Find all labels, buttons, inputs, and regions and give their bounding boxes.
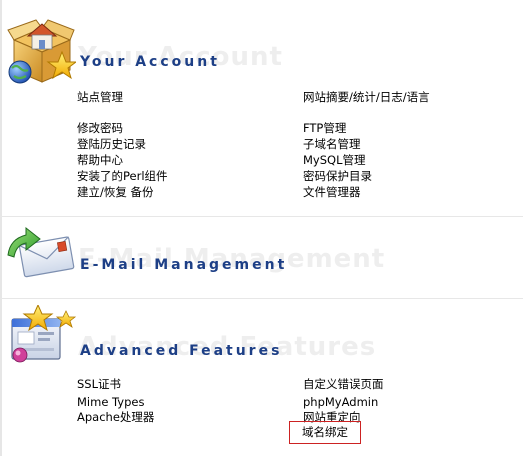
control-panel-page: Your Account Your Account 站点管理 网站摘要/统计/日… bbox=[0, 0, 523, 456]
section-advanced-features: Advanced Features Advanced Features SSL证… bbox=[0, 299, 523, 456]
link-mysql-management[interactable]: MySQL管理 bbox=[303, 152, 366, 168]
link-installed-perl-modules[interactable]: 安装了的Perl组件 bbox=[77, 168, 168, 184]
link-ssl-certificates[interactable]: SSL证书 bbox=[77, 376, 121, 392]
link-backup-restore[interactable]: 建立/恢复 备份 bbox=[77, 184, 154, 200]
link-help-center[interactable]: 帮助中心 bbox=[77, 152, 123, 168]
link-subdomain-management[interactable]: 子域名管理 bbox=[303, 136, 361, 152]
email-management-heading: E-Mail Management bbox=[80, 257, 288, 273]
mail-arrow-icon bbox=[7, 226, 75, 278]
link-password-protected-directories[interactable]: 密码保护目录 bbox=[303, 168, 372, 184]
link-site-summary-stats-logs-language[interactable]: 网站摘要/统计/日志/语言 bbox=[303, 89, 430, 105]
link-mime-types[interactable]: Mime Types bbox=[77, 394, 144, 410]
section-your-account: Your Account Your Account 站点管理 网站摘要/统计/日… bbox=[0, 0, 523, 215]
link-file-manager[interactable]: 文件管理器 bbox=[303, 184, 361, 200]
link-apache-handlers[interactable]: Apache处理器 bbox=[77, 409, 154, 425]
link-change-password[interactable]: 修改密码 bbox=[77, 120, 123, 136]
link-custom-error-pages[interactable]: 自定义错误页面 bbox=[303, 376, 384, 392]
advanced-features-heading: Advanced Features bbox=[80, 343, 283, 359]
window-stars-icon bbox=[11, 305, 77, 363]
link-ftp-management[interactable]: FTP管理 bbox=[303, 120, 346, 136]
link-login-history[interactable]: 登陆历史记录 bbox=[77, 136, 146, 152]
link-site-management[interactable]: 站点管理 bbox=[77, 89, 123, 105]
link-domain-binding[interactable]: 域名绑定 bbox=[289, 421, 361, 444]
link-phpmyadmin[interactable]: phpMyAdmin bbox=[303, 394, 378, 410]
your-account-heading: Your Account bbox=[80, 54, 220, 70]
house-globe-star-icon bbox=[7, 19, 76, 84]
section-email-management: E-Mail Management E-Mail Management bbox=[0, 217, 523, 297]
